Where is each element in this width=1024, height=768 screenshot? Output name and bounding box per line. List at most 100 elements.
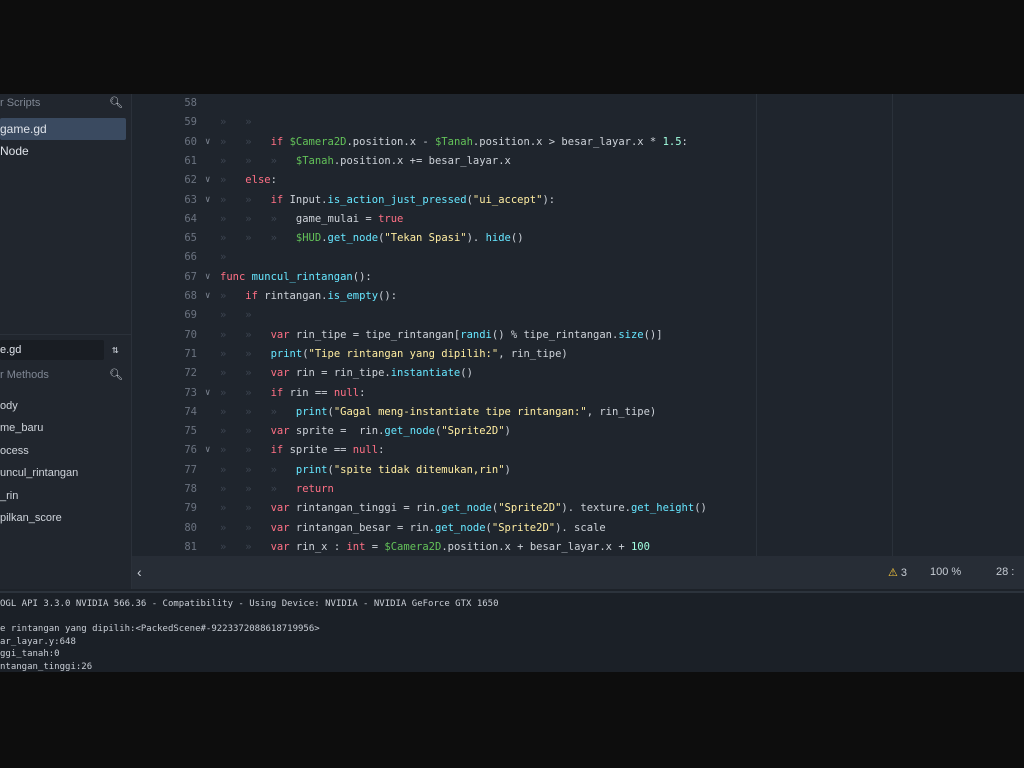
line-number: 74 — [184, 405, 197, 418]
code-line[interactable]: 59 » » — [132, 113, 1024, 132]
method-item[interactable]: ocess — [0, 445, 29, 457]
chevron-left-icon[interactable]: ‹ — [137, 564, 142, 580]
code-token: .position.x += besar_layar.x — [333, 154, 511, 167]
warnings-indicator[interactable]: ⚠ 3 — [888, 566, 907, 579]
code-line[interactable]: 81 » » var rin_x : int = $Camera2D.positi… — [132, 538, 1024, 557]
search-icon[interactable]: 🔍︎ — [109, 368, 123, 381]
method-item[interactable]: me_baru — [0, 422, 43, 434]
code-line[interactable]: 68 ∨ » if rintangan.is_empty(): — [132, 287, 1024, 306]
tab-indent-marker: » — [270, 212, 296, 225]
output-panel: OGL API 3.3.0 NVIDIA 566.36 - Compatibil… — [0, 591, 1024, 672]
code-token: var — [270, 367, 296, 380]
zoom-level[interactable]: 100 % — [930, 566, 961, 578]
script-list-panel: r Scripts 🔍︎ game.gd Node e.gd ⇅ r Metho… — [0, 94, 132, 589]
method-item[interactable]: ody — [0, 400, 18, 412]
line-number: 62 — [184, 174, 197, 187]
tab-indent-marker: » — [245, 232, 271, 245]
code-line[interactable]: 60 ∨ » » if $Camera2D.position.x - $Tanah.… — [132, 133, 1024, 152]
code-content: » » » return — [220, 480, 334, 499]
tab-indent-marker: » — [245, 135, 271, 148]
code-token: null — [352, 444, 379, 457]
code-token: "Tipe rintangan yang dipilih:" — [308, 347, 499, 360]
script-item-node[interactable]: Node — [0, 140, 29, 162]
code-line[interactable]: 73 ∨ » » if rin == null: — [132, 384, 1024, 403]
filter-methods-field[interactable]: r Methods 🔍︎ — [0, 366, 131, 388]
code-content: » » » $Tanah.position.x += besar_layar.x — [220, 152, 511, 171]
tab-indent-marker: » — [220, 193, 246, 206]
code-line[interactable]: 72 » » var rin = rin_tipe.instantiate() — [132, 364, 1024, 383]
code-content: » » var rin_tipe = tipe_rintangan[randi(… — [220, 326, 663, 345]
method-item[interactable]: pilkan_score — [0, 512, 62, 524]
code-line[interactable]: 76 ∨ » » if sprite == null: — [132, 441, 1024, 460]
tab-indent-marker: » — [220, 135, 246, 148]
tab-indent-marker: » — [245, 212, 271, 225]
code-line[interactable]: 64 » » » game_mulai = true — [132, 210, 1024, 229]
code-token: rin_tipe = tipe_rintangan[ — [295, 328, 461, 341]
code-content: » — [220, 248, 245, 267]
code-token: sprite == — [289, 444, 353, 457]
code-line[interactable]: 75 » » var sprite = rin.get_node("Sprite2… — [132, 422, 1024, 441]
code-line[interactable]: 66 » — [132, 248, 1024, 267]
current-script-name: e.gd — [0, 344, 22, 356]
code-line[interactable]: 70 » » var rin_tipe = tipe_rintangan[rand… — [132, 326, 1024, 345]
code-line[interactable]: 69 » » — [132, 306, 1024, 325]
tab-indent-marker: » — [245, 193, 271, 206]
fold-arrow-icon[interactable]: ∨ — [205, 133, 210, 152]
code-line[interactable]: 62 ∨ » else: — [132, 171, 1024, 190]
code-content: » » — [220, 306, 271, 325]
tab-indent-marker: » — [220, 212, 246, 225]
code-line[interactable]: 74 » » » print("Gagal meng-instantiate ti… — [132, 403, 1024, 422]
code-token: sprite = rin. — [295, 425, 385, 438]
code-token: ). texture. — [561, 502, 631, 515]
fold-arrow-icon[interactable]: ∨ — [205, 268, 210, 287]
output-line: ar_layar.y:648 — [0, 636, 76, 647]
code-text-area[interactable]: 58 59 » » 60 ∨ » » if $Camera2D.position.x -… — [132, 94, 1024, 556]
code-content: » » if Input.is_action_just_pressed("ui_… — [220, 191, 555, 210]
output-line: e rintangan yang dipilih:<PackedScene#-9… — [0, 624, 320, 634]
code-token: rintangan. — [264, 290, 328, 302]
code-token: is_action_just_pressed — [327, 193, 467, 206]
tab-indent-marker: » — [220, 540, 246, 553]
tab-indent-marker: » — [245, 386, 271, 399]
code-line[interactable]: 65 » » » $HUD.get_node("Tekan Spasi"). hi… — [132, 229, 1024, 248]
tab-indent-marker: » — [270, 154, 296, 167]
code-line[interactable]: 58 — [132, 94, 1024, 113]
code-line[interactable]: 80 » » var rintangan_besar = rin.get_node… — [132, 519, 1024, 538]
tab-indent-marker: » — [245, 309, 271, 322]
filter-scripts-field[interactable]: r Scripts 🔍︎ — [0, 94, 131, 116]
method-item[interactable]: uncul_rintangan — [0, 467, 78, 479]
line-number: 75 — [184, 425, 197, 438]
fold-arrow-icon[interactable]: ∨ — [205, 287, 210, 306]
current-script-field[interactable]: e.gd — [0, 340, 104, 360]
filter-methods-placeholder: r Methods — [0, 369, 49, 381]
code-line[interactable]: 71 » » print("Tipe rintangan yang dipilih… — [132, 345, 1024, 364]
fold-arrow-icon[interactable]: ∨ — [205, 191, 210, 210]
fold-arrow-icon[interactable]: ∨ — [205, 171, 210, 190]
line-number: 67 — [184, 270, 197, 283]
code-content: » » var rintangan_besar = rin.get_node("… — [220, 519, 606, 538]
code-token: int — [346, 540, 366, 553]
code-line[interactable]: 67 ∨ func muncul_rintangan(): — [132, 268, 1024, 287]
line-number: 71 — [184, 347, 197, 360]
code-line[interactable]: 63 ∨ » » if Input.is_action_just_pressed("… — [132, 191, 1024, 210]
tab-indent-marker: » — [270, 463, 296, 476]
filter-scripts-placeholder: r Scripts — [0, 97, 41, 109]
sort-icon[interactable]: ⇅ — [112, 343, 119, 356]
code-line[interactable]: 61 » » » $Tanah.position.x += besar_layar… — [132, 152, 1024, 171]
fold-arrow-icon[interactable]: ∨ — [205, 384, 210, 403]
method-item[interactable]: _rin — [0, 490, 18, 502]
code-token: (): — [378, 290, 398, 302]
line-number: 68 — [184, 290, 197, 302]
script-item-game[interactable]: game.gd — [0, 118, 126, 140]
output-line: OGL API 3.3.0 NVIDIA 566.36 - Compatibil… — [0, 599, 499, 609]
code-line[interactable]: 78 » » » return — [132, 480, 1024, 499]
code-line[interactable]: 77 » » » print("spite tidak ditemukan,rin… — [132, 461, 1024, 480]
code-token: if — [245, 290, 265, 302]
code-token: if — [270, 193, 290, 206]
fold-arrow-icon[interactable]: ∨ — [205, 441, 210, 460]
code-token: print — [295, 463, 328, 476]
code-line[interactable]: 79 » » var rintangan_tinggi = rin.get_nod… — [132, 499, 1024, 518]
code-token: () % tipe_rintangan. — [491, 328, 619, 341]
code-token: ) — [504, 425, 511, 438]
search-icon[interactable]: 🔍︎ — [109, 96, 123, 109]
